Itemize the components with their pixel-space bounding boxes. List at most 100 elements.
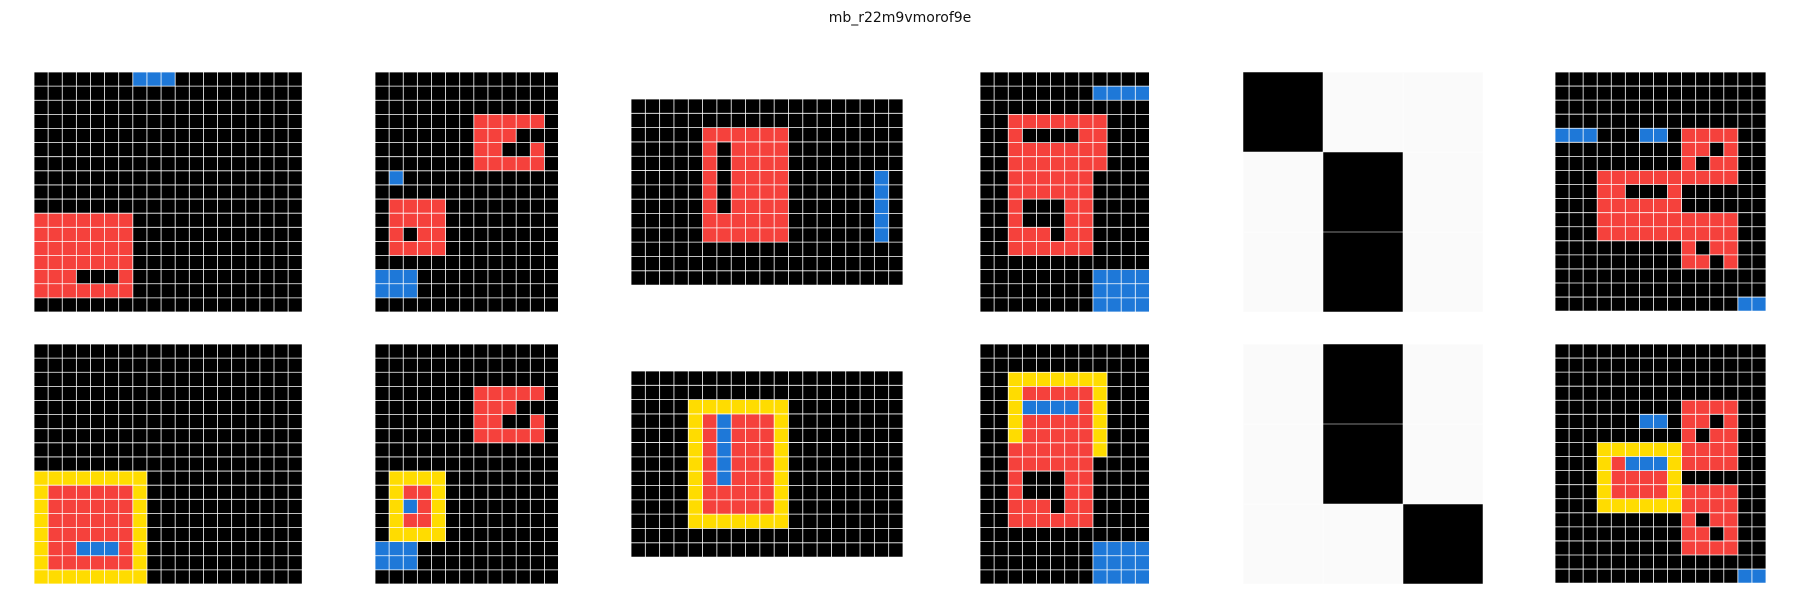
cell [1695, 255, 1710, 270]
cell [1050, 499, 1065, 514]
cell [245, 100, 260, 115]
cell [1611, 227, 1626, 242]
cell [217, 156, 232, 171]
cell [1611, 297, 1626, 312]
cell [1625, 414, 1640, 429]
cell [1079, 569, 1094, 584]
cell [189, 156, 204, 171]
cell [62, 372, 77, 387]
cell [1695, 499, 1710, 514]
cell [146, 386, 161, 401]
cell [544, 72, 559, 87]
cell [431, 344, 446, 359]
cell [1597, 213, 1612, 228]
cell [1064, 156, 1080, 171]
cell [459, 428, 474, 443]
cell [515, 499, 531, 514]
cell [1079, 213, 1094, 228]
cell [802, 370, 818, 386]
cell [645, 499, 660, 515]
cell [831, 213, 846, 228]
cell [1555, 227, 1570, 242]
cell [1121, 569, 1136, 584]
cell [76, 86, 91, 101]
cell [994, 513, 1009, 528]
cell [845, 227, 861, 243]
cell [1751, 400, 1766, 415]
cell [104, 527, 119, 542]
cell [888, 399, 903, 414]
cell [845, 399, 861, 414]
cell [831, 514, 846, 529]
cell [473, 269, 488, 284]
cell [62, 541, 77, 556]
cell [631, 471, 646, 486]
cell [1611, 386, 1626, 401]
cell [1639, 527, 1654, 542]
cell [1667, 255, 1682, 270]
cell [273, 184, 288, 200]
cell [402, 128, 418, 143]
cell [802, 98, 818, 114]
cell [473, 513, 488, 528]
cell [388, 428, 403, 443]
cell [402, 213, 418, 228]
cell [774, 385, 789, 400]
cell [1681, 184, 1696, 200]
cell [1639, 170, 1654, 185]
cell [1597, 241, 1612, 256]
cell [788, 170, 803, 185]
cell [189, 541, 204, 556]
cell [259, 513, 274, 528]
cell [1555, 297, 1570, 312]
cell [104, 114, 119, 129]
cell [501, 428, 516, 443]
cell [673, 428, 689, 443]
cell [1323, 504, 1403, 584]
cell [1653, 414, 1668, 429]
cell [1555, 485, 1570, 500]
cell [530, 569, 545, 584]
cell [487, 569, 502, 584]
cell [888, 442, 903, 457]
cell [745, 213, 760, 228]
cell [1050, 358, 1065, 373]
cell [1653, 255, 1668, 270]
cell [659, 98, 674, 114]
cell [374, 358, 389, 373]
cell [817, 199, 832, 214]
cell [160, 255, 176, 270]
cell [1611, 255, 1626, 270]
cell [1022, 227, 1037, 242]
cell [544, 471, 559, 486]
cell [515, 485, 531, 500]
cell [146, 72, 161, 87]
cell [1751, 569, 1766, 584]
cell [459, 541, 474, 556]
cell [445, 128, 460, 143]
cell [1639, 269, 1654, 284]
cell [716, 98, 732, 114]
cell [1751, 241, 1766, 256]
cell [501, 513, 516, 528]
cell [118, 555, 133, 570]
cell [259, 255, 274, 270]
cell [1243, 424, 1323, 504]
cell [1625, 527, 1640, 542]
cell [1107, 569, 1122, 584]
cell [994, 100, 1009, 115]
cell [1737, 527, 1752, 542]
cell [1121, 170, 1136, 185]
cell [1639, 184, 1654, 200]
cell [1667, 372, 1682, 387]
cell [1050, 114, 1065, 129]
cell [745, 428, 760, 443]
cell [76, 128, 91, 143]
cell [203, 199, 218, 214]
cell [1050, 428, 1065, 443]
cell [1751, 128, 1766, 143]
cell [1751, 283, 1766, 298]
cell [76, 499, 91, 514]
cell [287, 199, 303, 214]
cell [673, 442, 689, 457]
